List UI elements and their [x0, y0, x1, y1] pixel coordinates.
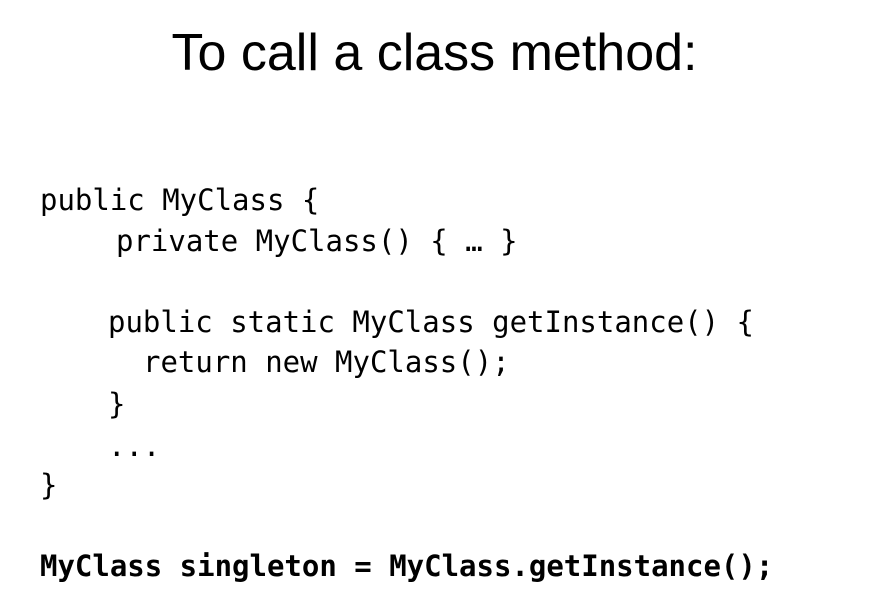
- code-line-usage: MyClass singleton = MyClass.getInstance(…: [40, 549, 774, 583]
- code-line-class-close-brace: }: [40, 468, 58, 502]
- code-line-class-declaration: public MyClass {: [40, 183, 320, 217]
- code-line-private-constructor: private MyClass() { … }: [116, 224, 518, 258]
- slide: To call a class method: public MyClass {…: [0, 0, 869, 613]
- slide-title: To call a class method:: [171, 24, 698, 82]
- code-line-static-method-signature: public static MyClass getInstance() {: [108, 305, 755, 339]
- code-line-return-statement: return new MyClass();: [143, 345, 510, 379]
- code-line-ellipsis: ...: [108, 429, 161, 463]
- code-line-method-close-brace: }: [108, 387, 126, 421]
